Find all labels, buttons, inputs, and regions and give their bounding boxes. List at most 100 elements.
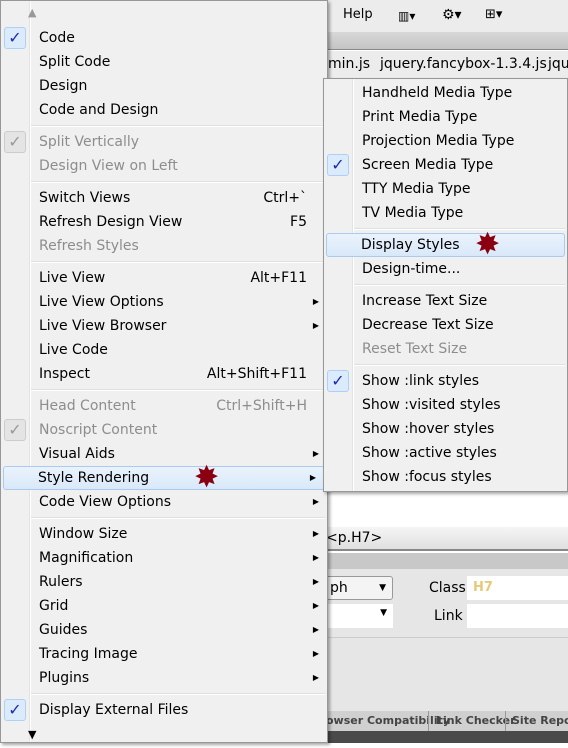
menu-item-visual-aids[interactable]: Visual Aids ▶ <box>1 442 327 466</box>
menu-item-code-and-design[interactable]: Code and Design <box>1 98 327 122</box>
help-menu[interactable]: Help <box>343 7 373 22</box>
menu-item-show-hover-styles[interactable]: Show :hover styles <box>324 417 567 441</box>
layout-icon[interactable]: ▥▾ <box>398 9 415 23</box>
menu-item-refresh-design-view[interactable]: Refresh Design View F5 <box>1 210 327 234</box>
menu-item-label: Show :active styles <box>362 445 497 461</box>
menu-item-display-external-files[interactable]: ✓ Display External Files <box>1 698 327 722</box>
menu-item-label: Increase Text Size <box>362 293 488 309</box>
scroll-up-arrow[interactable]: ▲ <box>1 1 327 26</box>
menu-item-label: Live Code <box>39 342 108 358</box>
menu-item-label: Rulers <box>39 574 83 590</box>
menu-item-projection-media-type[interactable]: Projection Media Type <box>324 129 567 153</box>
menu-item-plugins[interactable]: Plugins ▶ <box>1 666 327 690</box>
menu-item-design-view-on-left[interactable]: Design View on Left <box>1 154 327 178</box>
star-marker-icon: ✸ <box>475 227 501 262</box>
menu-item-label: Show :link styles <box>362 373 480 389</box>
tab-site-reports[interactable]: Site Reports <box>505 711 568 731</box>
menu-item-switch-views[interactable]: Switch Views Ctrl+` <box>1 186 327 210</box>
shortcut-label: Alt+F11 <box>250 270 307 286</box>
menu-item-label: Print Media Type <box>362 109 478 125</box>
menu-item-show-focus-styles[interactable]: Show :focus styles <box>324 465 567 489</box>
menu-item-refresh-styles[interactable]: Refresh Styles <box>1 234 327 258</box>
menu-item-live-code[interactable]: Live Code <box>1 338 327 362</box>
checkmark-icon: ✓ <box>327 370 349 392</box>
checkmark-icon: ✓ <box>4 131 26 153</box>
link-field[interactable] <box>467 604 568 628</box>
menu-separator <box>1 122 327 130</box>
gear-icon[interactable]: ⚙▾ <box>442 7 462 23</box>
menu-item-inspect[interactable]: Inspect Alt+Shift+F11 <box>1 362 327 386</box>
menu-item-handheld-media-type[interactable]: Handheld Media Type <box>324 81 567 105</box>
scroll-down-arrow[interactable]: ▼ <box>1 722 327 742</box>
menu-item-decrease-text-size[interactable]: Decrease Text Size <box>324 313 567 337</box>
tab-link-checker[interactable]: Link Checker <box>428 711 516 731</box>
menu-item-label: Style Rendering <box>38 470 150 486</box>
class-field[interactable]: H7 <box>467 576 568 600</box>
menu-item-label: Show :focus styles <box>362 469 492 485</box>
format-select[interactable]: ph ▼ <box>320 576 393 600</box>
menu-item-tty-media-type[interactable]: TTY Media Type <box>324 177 567 201</box>
doc-tab[interactable]: min.js <box>328 51 370 77</box>
menu-item-label: TTY Media Type <box>362 181 471 197</box>
menu-item-label: Grid <box>39 598 69 614</box>
menu-item-live-view[interactable]: Live View Alt+F11 <box>1 266 327 290</box>
menu-item-label: Decrease Text Size <box>362 317 494 333</box>
shortcut-label: Alt+Shift+F11 <box>206 366 307 382</box>
menu-item-design[interactable]: Design <box>1 74 327 98</box>
menu-item-tv-media-type[interactable]: TV Media Type <box>324 201 567 225</box>
menu-item-split-vertically[interactable]: ✓ Split Vertically <box>1 130 327 154</box>
menu-item-code[interactable]: ✓ Code <box>1 26 327 50</box>
menu-item-show-link-styles[interactable]: ✓ Show :link styles <box>324 369 567 393</box>
menu-item-design-time[interactable]: Design-time... <box>324 257 567 281</box>
menu-item-screen-media-type[interactable]: ✓ Screen Media Type <box>324 153 567 177</box>
menu-item-label: Reset Text Size <box>362 341 468 357</box>
menu-item-split-code[interactable]: Split Code <box>1 50 327 74</box>
menu-item-label: Refresh Styles <box>39 238 139 254</box>
menu-item-grid[interactable]: Grid ▶ <box>1 594 327 618</box>
menu-item-live-view-options[interactable]: Live View Options ▶ <box>1 290 327 314</box>
menu-item-live-view-browser[interactable]: Live View Browser ▶ <box>1 314 327 338</box>
doc-tab[interactable]: jquery.fancybox-1.3.4.js <box>380 51 547 77</box>
menu-item-label: Display External Files <box>39 702 189 718</box>
menu-item-label: Show :hover styles <box>362 421 495 437</box>
submenu-arrow-icon: ▶ <box>312 649 319 658</box>
tag-p-h7[interactable]: <p.H7> <box>326 530 382 546</box>
menu-item-style-rendering[interactable]: Style Rendering ▶ ✸ <box>3 463 325 493</box>
menu-item-reset-text-size[interactable]: Reset Text Size <box>324 337 567 361</box>
font-select[interactable]: ▼ <box>320 604 393 628</box>
menu-item-label: Magnification <box>39 550 134 566</box>
menu-item-rulers[interactable]: Rulers ▶ <box>1 570 327 594</box>
submenu-arrow-icon: ▶ <box>312 497 319 506</box>
submenu-arrow-icon: ▶ <box>312 321 319 330</box>
menu-item-guides[interactable]: Guides ▶ <box>1 618 327 642</box>
menu-item-head-content[interactable]: Head Content Ctrl+Shift+H <box>1 394 327 418</box>
submenu-arrow-icon: ▶ <box>312 529 319 538</box>
menu-item-increase-text-size[interactable]: Increase Text Size <box>324 289 567 313</box>
link-label: Link <box>434 608 463 624</box>
menu-item-tracing-image[interactable]: Tracing Image ▶ <box>1 642 327 666</box>
menu-item-label: Refresh Design View <box>39 214 183 230</box>
menu-item-noscript-content[interactable]: ✓ Noscript Content <box>1 418 327 442</box>
menu-item-label: Visual Aids <box>39 446 115 462</box>
menu-item-label: Split Code <box>39 54 111 70</box>
submenu-arrow-icon: ▶ <box>312 673 319 682</box>
menu-item-display-styles[interactable]: Display Styles ✸ <box>326 227 565 262</box>
site-icon[interactable]: ⊞▾ <box>485 7 502 22</box>
menu-item-label: Design <box>39 78 88 94</box>
menu-item-print-media-type[interactable]: Print Media Type <box>324 105 567 129</box>
menu-item-show-active-styles[interactable]: Show :active styles <box>324 441 567 465</box>
shortcut-label: Ctrl+` <box>263 190 307 206</box>
menu-item-label: Handheld Media Type <box>362 85 513 101</box>
menu-item-window-size[interactable]: Window Size ▶ <box>1 522 327 546</box>
style-rendering-submenu: Handheld Media Type Print Media Type Proje… <box>323 78 568 492</box>
doc-tab[interactable]: jqu <box>548 51 568 77</box>
menu-item-label: Live View Options <box>39 294 164 310</box>
submenu-arrow-icon: ▶ <box>312 601 319 610</box>
menu-item-label: Design-time... <box>362 261 461 277</box>
menu-item-magnification[interactable]: Magnification ▶ <box>1 546 327 570</box>
menu-item-label: Screen Media Type <box>362 157 494 173</box>
menu-item-label: Display Styles <box>361 237 460 253</box>
shortcut-label: F5 <box>290 214 307 230</box>
menu-item-show-visited-styles[interactable]: Show :visited styles <box>324 393 567 417</box>
menu-item-code-view-options[interactable]: Code View Options ▶ <box>1 490 327 514</box>
